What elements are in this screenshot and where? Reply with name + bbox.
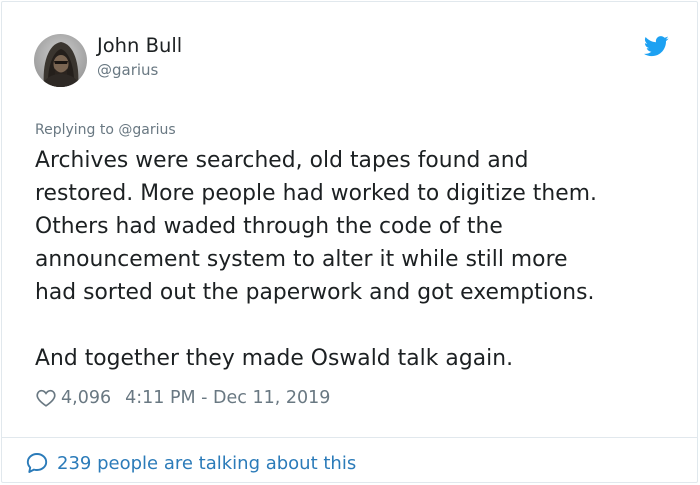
divider	[2, 437, 697, 438]
avatar[interactable]	[34, 34, 87, 87]
conversation-label: 239 people are talking about this	[57, 452, 357, 474]
speech-bubble-icon	[26, 453, 48, 473]
tweet-text: Archives were searched, old tapes found …	[35, 144, 675, 375]
twitter-bird-icon[interactable]	[644, 36, 669, 57]
conversation-link[interactable]: 239 people are talking about this	[25, 450, 356, 476]
tweet-text-line: Archives were searched, old tapes found …	[35, 148, 529, 173]
tweet-card: John Bull @garius Replying to @garius Ar…	[1, 1, 698, 483]
author-handle[interactable]: @garius	[97, 61, 158, 79]
tweet-text-line: had sorted out the paperwork and got exe…	[35, 280, 595, 305]
replying-mention-link[interactable]: @garius	[118, 122, 175, 138]
tweet-meta: 4,096 4:11 PM - Dec 11, 2019	[35, 386, 330, 410]
avatar-image	[34, 34, 87, 87]
tweet-text-line: And together they made Oswald talk again…	[35, 346, 514, 371]
author-name[interactable]: John Bull	[97, 34, 182, 57]
tweet-text-line: announcement system to alter it while st…	[35, 247, 568, 272]
tweet-timestamp-link[interactable]: 4:11 PM - Dec 11, 2019	[125, 388, 330, 408]
like-count[interactable]: 4,096	[61, 388, 111, 408]
replying-to: Replying to @garius	[35, 122, 176, 138]
tweet-text-line: restored. More people had worked to digi…	[35, 181, 597, 206]
tweet-text-line: Others had waded through the code of the	[35, 214, 503, 239]
replying-prefix: Replying to	[35, 122, 119, 138]
heart-outline-icon[interactable]	[35, 387, 57, 409]
